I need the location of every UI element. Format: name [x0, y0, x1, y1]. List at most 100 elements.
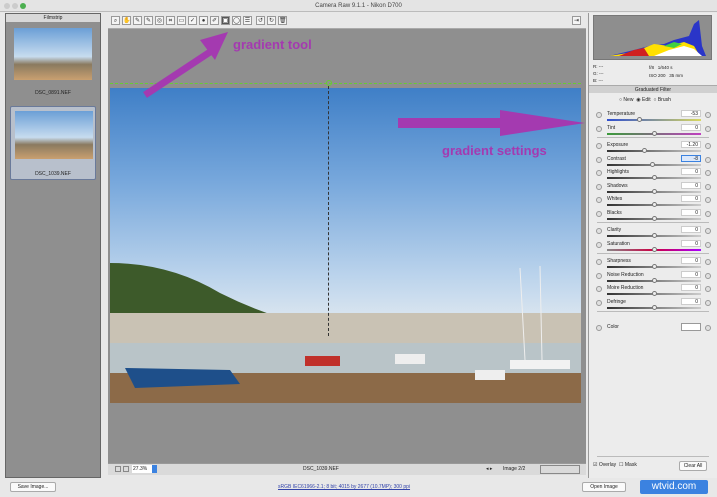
open-image-button[interactable]: Open Image: [582, 482, 626, 492]
minus-icon[interactable]: [596, 170, 602, 176]
slider-value-input[interactable]: 0: [681, 168, 701, 175]
plus-icon[interactable]: [705, 143, 711, 149]
slider-label: Blacks: [607, 209, 622, 216]
plus-icon[interactable]: [705, 197, 711, 203]
zoom-out-button[interactable]: [115, 466, 121, 472]
slider-knob[interactable]: [651, 188, 657, 194]
slider-knob[interactable]: [651, 215, 657, 221]
slider-value-input[interactable]: 0: [681, 208, 701, 216]
image-count: Image 2/2: [503, 466, 526, 472]
zoom-level[interactable]: 27.3%: [132, 465, 152, 473]
slider-knob[interactable]: [637, 117, 643, 122]
slider-track[interactable]: [607, 119, 701, 121]
plus-icon[interactable]: [705, 259, 711, 265]
slider-knob[interactable]: [651, 264, 657, 269]
mode-new[interactable]: ○ New: [619, 97, 633, 103]
slider-label: Tint: [607, 124, 616, 131]
slider-value-input[interactable]: 0: [681, 270, 701, 278]
plus-icon[interactable]: [705, 183, 711, 190]
slider-track[interactable]: [607, 150, 701, 152]
plus-icon[interactable]: [705, 125, 711, 132]
right-panel: R: --- G: --- B: --- f/8 1/640 s ISO 200 3…: [588, 13, 717, 478]
status-filename: DSC_1039.NEF: [303, 466, 339, 472]
plus-icon[interactable]: [705, 272, 711, 279]
slider-knob[interactable]: [651, 130, 657, 136]
slider-knob[interactable]: [651, 277, 657, 283]
minus-icon[interactable]: [596, 228, 602, 234]
minus-icon[interactable]: [596, 299, 602, 306]
zoom-dropdown[interactable]: [152, 465, 157, 473]
plus-icon[interactable]: [705, 286, 711, 292]
minus-icon[interactable]: [596, 183, 602, 190]
slider-value-input[interactable]: 0: [681, 284, 701, 291]
slider-value-input[interactable]: 0: [681, 297, 701, 305]
slider-value-input[interactable]: 0: [681, 226, 701, 233]
slider-label: Noise Reduction: [607, 271, 644, 278]
divider: [597, 222, 709, 223]
minus-icon[interactable]: [596, 156, 602, 163]
slider-label: Contrast: [607, 155, 626, 162]
slider-label: Moire Reduction: [607, 285, 644, 291]
slider-label: Temperature: [607, 111, 636, 117]
color-reset-icon[interactable]: [596, 325, 602, 331]
slider-knob[interactable]: [651, 175, 657, 180]
plus-icon[interactable]: [705, 241, 711, 248]
mask-checkbox[interactable]: ☐ Mask: [619, 462, 637, 468]
plus-icon[interactable]: [705, 228, 711, 234]
minus-icon[interactable]: [596, 210, 602, 217]
slider-label: Exposure: [607, 142, 629, 148]
minus-icon[interactable]: [596, 241, 602, 248]
exif-info: f/8 1/640 s ISO 200 35 mm: [649, 65, 684, 78]
slider-label: Shadows: [607, 182, 628, 189]
plus-icon[interactable]: [705, 112, 711, 118]
plus-icon[interactable]: [705, 156, 711, 163]
divider: [597, 253, 709, 254]
watermark: wtvid.com: [640, 480, 708, 494]
annotation-gradient-tool: gradient tool: [233, 37, 312, 52]
workflow-options-link[interactable]: sRGB IEC61966-2.1; 8 bit; 4015 by 2677 (…: [278, 484, 410, 490]
plus-icon[interactable]: [705, 170, 711, 176]
clear-all-button[interactable]: Clear All: [679, 461, 707, 471]
slider-value-input[interactable]: 0: [681, 257, 701, 264]
histogram: [593, 15, 712, 60]
minus-icon[interactable]: [596, 286, 602, 292]
slider-label: Whites: [607, 196, 623, 202]
slider-label: Saturation: [607, 240, 630, 247]
mode-edit[interactable]: ◉ Edit: [636, 97, 650, 103]
slider-value-input[interactable]: 0: [681, 181, 701, 189]
prev-next-image[interactable]: ◂ ▸: [486, 464, 492, 475]
slider-value-input[interactable]: -53: [681, 110, 701, 117]
slider-knob[interactable]: [642, 148, 648, 153]
slider-knob[interactable]: [651, 233, 657, 238]
plus-icon[interactable]: [705, 210, 711, 217]
zoom-in-button[interactable]: [123, 466, 129, 472]
view-mode-buttons[interactable]: [540, 465, 580, 474]
slider-value-input[interactable]: 0: [681, 195, 701, 202]
minus-icon[interactable]: [596, 259, 602, 265]
color-plus-icon[interactable]: [705, 325, 711, 331]
slider-knob[interactable]: [651, 246, 657, 252]
minus-icon[interactable]: [596, 143, 602, 149]
mode-radio-group: ○ New ◉ Edit ○ Brush: [619, 97, 671, 103]
panel-title: Graduated Filter: [589, 85, 717, 93]
save-image-button[interactable]: Save Image...: [10, 482, 56, 492]
slider-knob[interactable]: [651, 291, 657, 296]
slider-knob[interactable]: [649, 161, 655, 167]
slider-knob[interactable]: [651, 202, 657, 207]
divider: [597, 137, 709, 138]
mode-brush[interactable]: ○ Brush: [653, 97, 670, 103]
plus-icon[interactable]: [705, 299, 711, 306]
color-swatch[interactable]: [681, 323, 701, 331]
slider-knob[interactable]: [651, 304, 657, 310]
minus-icon[interactable]: [596, 272, 602, 279]
minus-icon[interactable]: [596, 197, 602, 203]
slider-value-input[interactable]: 0: [681, 239, 701, 247]
histogram-graph: [609, 20, 706, 56]
minus-icon[interactable]: [596, 125, 602, 132]
minus-icon[interactable]: [596, 112, 602, 118]
slider-value-input[interactable]: -8: [681, 154, 701, 162]
slider-label: Sharpness: [607, 258, 631, 264]
slider-value-input[interactable]: -1.20: [681, 141, 701, 148]
slider-value-input[interactable]: 0: [681, 123, 701, 131]
overlay-checkbox[interactable]: ☑ Overlay: [593, 462, 616, 468]
